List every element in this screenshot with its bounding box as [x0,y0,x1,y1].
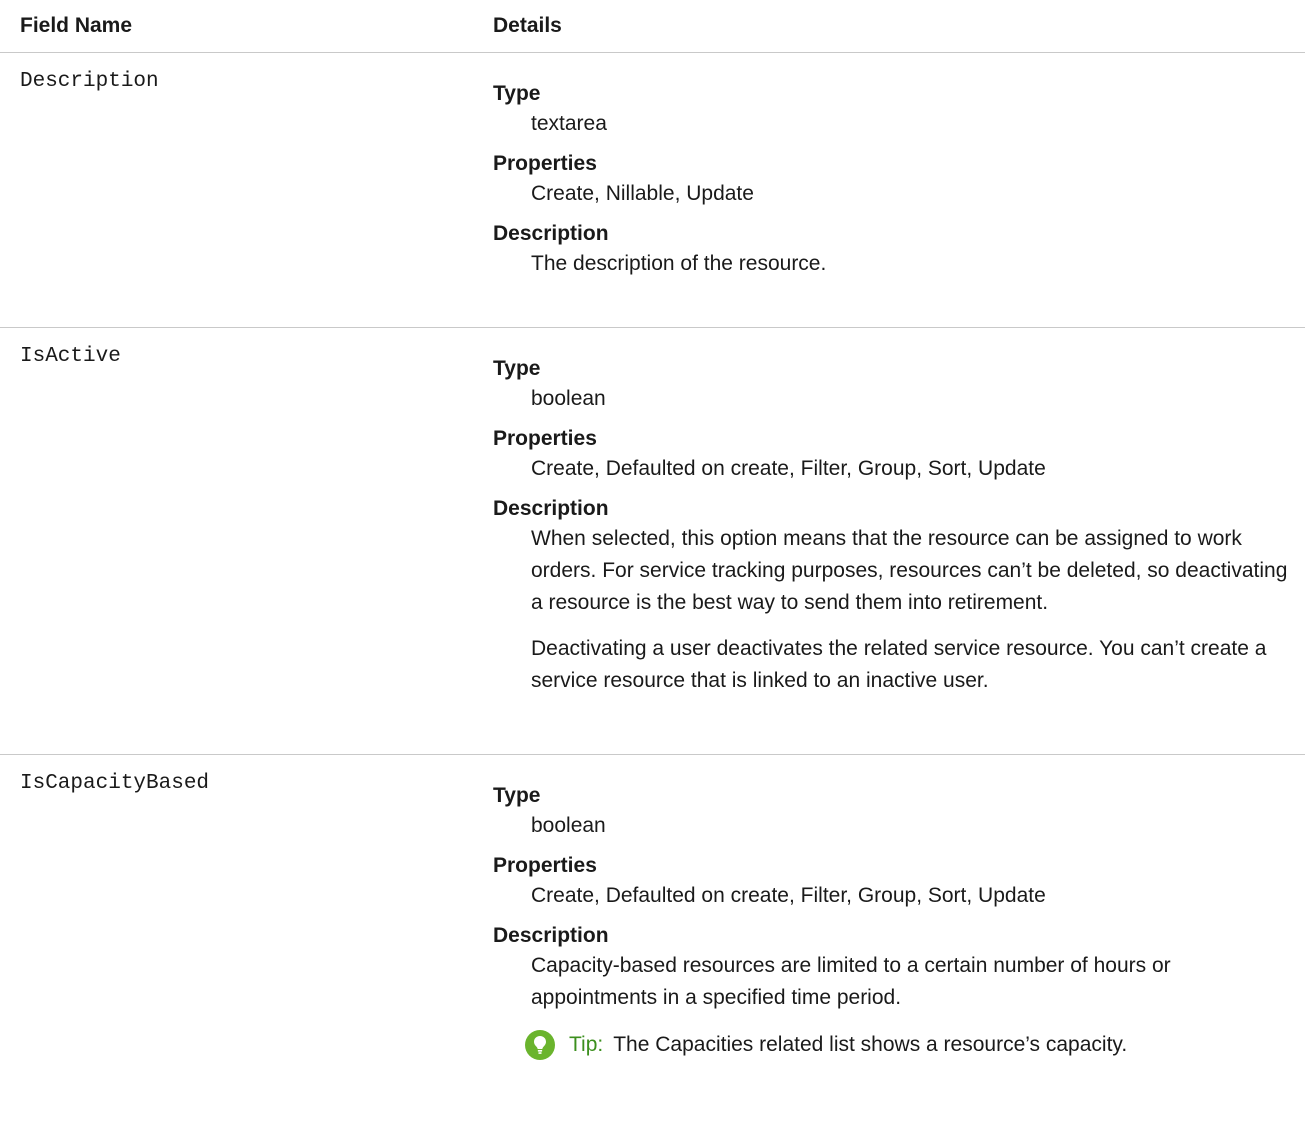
field-name: IsCapacityBased [20,772,210,795]
field-details: Type boolean Properties Create, Defaulte… [493,355,1293,707]
column-header-field-name: Field Name [20,14,133,37]
table-row: Description Type textarea Properties Cre… [0,53,1305,328]
column-header-details: Details [493,14,562,37]
description-label: Description [493,497,609,520]
properties-value: Create, Defaulted on create, Filter, Gro… [531,457,1046,480]
field-name: Description [20,70,159,93]
field-name: IsActive [20,345,121,368]
tip-text: The Capacities related list shows a reso… [613,1033,1128,1056]
type-label: Type [493,784,541,807]
field-table: Field Name Details Description Type text… [0,0,1305,1115]
table-row: IsCapacityBased Type boolean Properties … [0,755,1305,1115]
description-text: Capacity-based resources are limited to … [531,954,1171,1009]
tip-label: Tip: [569,1033,604,1056]
type-label: Type [493,357,541,380]
type-label: Type [493,82,541,105]
properties-value: Create, Defaulted on create, Filter, Gro… [531,884,1046,907]
lightbulb-icon [525,1030,555,1060]
description-label: Description [493,222,609,245]
properties-label: Properties [493,152,597,175]
type-value: boolean [531,387,606,410]
description-text: Deactivating a user deactivates the rela… [531,637,1267,692]
type-value: textarea [531,112,607,135]
type-value: boolean [531,814,606,837]
description-label: Description [493,924,609,947]
properties-label: Properties [493,427,597,450]
table-header: Field Name Details [0,0,1305,53]
field-details: Type textarea Properties Create, Nillabl… [493,80,1293,290]
table-row: IsActive Type boolean Properties Create,… [0,328,1305,755]
properties-value: Create, Nillable, Update [531,182,754,205]
description-text: When selected, this option means that th… [531,527,1288,614]
tip-callout: Tip: The Capacities related list shows a… [525,1030,1293,1060]
description-text: The description of the resource. [531,252,827,275]
properties-label: Properties [493,854,597,877]
field-details: Type boolean Properties Create, Defaulte… [493,782,1293,1070]
